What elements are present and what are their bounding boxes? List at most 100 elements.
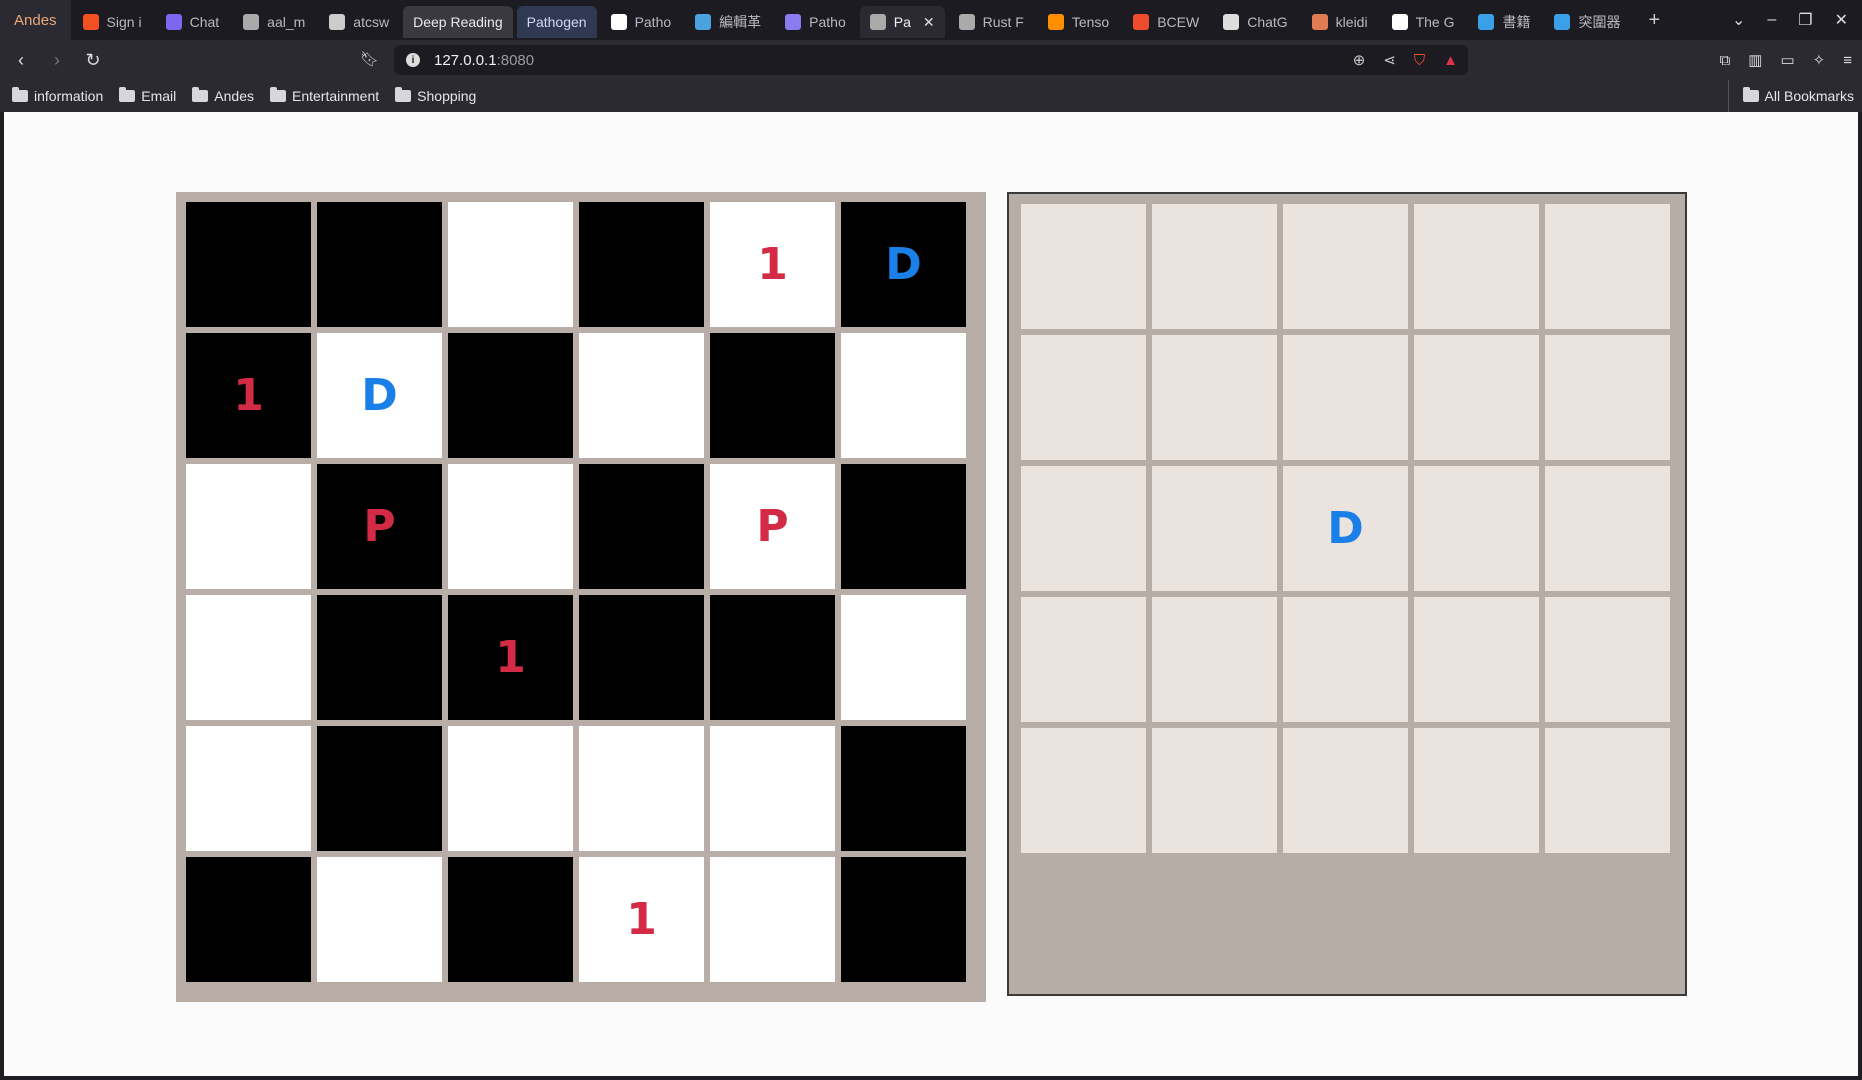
board-cell[interactable]: [186, 857, 311, 982]
tray-cell[interactable]: [1414, 466, 1539, 591]
board-cell[interactable]: 1: [579, 857, 704, 982]
board-cell[interactable]: [317, 202, 442, 327]
browser-tab[interactable]: aal_m: [233, 6, 315, 38]
tray-cell[interactable]: [1021, 597, 1146, 722]
back-button[interactable]: ‹: [6, 45, 36, 75]
brave-rewards-icon[interactable]: ▲: [1443, 52, 1458, 69]
restore-icon[interactable]: ❐: [1798, 10, 1812, 30]
board-cell[interactable]: [710, 333, 835, 458]
close-tab-icon[interactable]: ✕: [923, 14, 935, 31]
board-cell[interactable]: [186, 464, 311, 589]
browser-tab[interactable]: atcsw: [319, 6, 399, 38]
bookmark-folder[interactable]: Entertainment: [269, 87, 379, 104]
board-cell[interactable]: 1: [186, 333, 311, 458]
extensions-icon[interactable]: ⧉: [1720, 52, 1731, 69]
bookmark-folder[interactable]: Email: [119, 87, 176, 104]
bookmark-folder[interactable]: information: [12, 87, 103, 104]
close-window-icon[interactable]: ✕: [1835, 10, 1848, 30]
board-cell[interactable]: [841, 857, 966, 982]
address-bar[interactable]: i 127.0.0.1:8080 ⊕ ⋖ ⛉ ▲: [394, 45, 1468, 75]
bookmark-folder[interactable]: Andes: [192, 87, 254, 104]
browser-tab[interactable]: kleidi: [1302, 6, 1378, 38]
browser-tab[interactable]: Pa ✕: [859, 6, 945, 38]
board-cell[interactable]: [317, 595, 442, 720]
reload-button[interactable]: ↻: [78, 45, 108, 75]
board-cell[interactable]: [710, 857, 835, 982]
menu-icon[interactable]: ≡: [1843, 52, 1852, 69]
browser-tab[interactable]: Patho: [775, 6, 856, 38]
tray-cell[interactable]: [1414, 335, 1539, 460]
browser-tab[interactable]: ChatG: [1213, 6, 1297, 38]
url-text[interactable]: 127.0.0.1:8080: [434, 52, 534, 69]
board-cell[interactable]: [579, 464, 704, 589]
browser-tab[interactable]: BCEW: [1123, 6, 1209, 38]
tray-cell[interactable]: [1283, 728, 1408, 853]
board-cell[interactable]: [579, 202, 704, 327]
tray-cell[interactable]: [1545, 466, 1670, 591]
tray-cell[interactable]: [1152, 728, 1277, 853]
tray-cell[interactable]: [1545, 728, 1670, 853]
board-cell[interactable]: [579, 595, 704, 720]
board-cell[interactable]: [579, 333, 704, 458]
zoom-icon[interactable]: ⊕: [1353, 51, 1366, 69]
browser-tab[interactable]: Sign i: [73, 6, 152, 38]
brave-shield-icon[interactable]: ⛉: [1414, 52, 1425, 69]
board-cell[interactable]: [841, 595, 966, 720]
board-cell[interactable]: [448, 202, 573, 327]
browser-tab[interactable]: Rust F: [949, 6, 1034, 38]
new-tab-button[interactable]: +: [1636, 9, 1672, 32]
browser-tab[interactable]: Tenso: [1038, 6, 1119, 38]
site-info-icon[interactable]: i: [406, 53, 420, 67]
board-cell[interactable]: D: [841, 202, 966, 327]
tray-cell[interactable]: [1021, 466, 1146, 591]
tray-cell[interactable]: [1021, 728, 1146, 853]
board-cell[interactable]: [579, 726, 704, 851]
minimize-icon[interactable]: –: [1767, 11, 1776, 29]
board-cell[interactable]: 1: [710, 202, 835, 327]
tab-list-icon[interactable]: ⌄: [1732, 10, 1745, 30]
browser-tab[interactable]: 書籍: [1468, 6, 1540, 38]
board-cell[interactable]: [317, 857, 442, 982]
tray-cell[interactable]: [1545, 204, 1670, 329]
all-bookmarks-button[interactable]: All Bookmarks: [1727, 80, 1854, 112]
tray-cell[interactable]: D: [1283, 466, 1408, 591]
board-cell[interactable]: [448, 333, 573, 458]
tray-cell[interactable]: [1152, 335, 1277, 460]
share-icon[interactable]: ⋖: [1383, 51, 1396, 69]
board-cell[interactable]: [186, 726, 311, 851]
board-cell[interactable]: [448, 857, 573, 982]
board-cell[interactable]: P: [710, 464, 835, 589]
tray-cell[interactable]: [1021, 204, 1146, 329]
browser-tab[interactable]: Pathogen: [516, 6, 597, 38]
wallet-icon[interactable]: ▭: [1780, 51, 1794, 69]
browser-tab[interactable]: Patho: [601, 6, 682, 38]
board-cell[interactable]: [841, 726, 966, 851]
board-cell[interactable]: 1: [448, 595, 573, 720]
board-cell[interactable]: [317, 726, 442, 851]
tray-cell[interactable]: [1283, 597, 1408, 722]
tray-cell[interactable]: [1283, 335, 1408, 460]
tray-cell[interactable]: [1021, 335, 1146, 460]
board-cell[interactable]: [841, 333, 966, 458]
tray-cell[interactable]: [1414, 204, 1539, 329]
browser-tab[interactable]: 編輯革: [685, 6, 771, 38]
tray-cell[interactable]: [1545, 597, 1670, 722]
browser-tab[interactable]: Chat: [156, 6, 230, 38]
board-cell[interactable]: [710, 595, 835, 720]
board-cell[interactable]: [710, 726, 835, 851]
tray-cell[interactable]: [1283, 204, 1408, 329]
tray-cell[interactable]: [1414, 597, 1539, 722]
board-cell[interactable]: [448, 726, 573, 851]
board-cell[interactable]: P: [317, 464, 442, 589]
browser-tab[interactable]: Deep Reading: [403, 6, 513, 38]
sidebar-icon[interactable]: ▥: [1748, 51, 1762, 69]
tray-cell[interactable]: [1414, 728, 1539, 853]
profile-button[interactable]: Andes: [0, 0, 71, 40]
browser-tab[interactable]: The G: [1382, 6, 1465, 38]
board-cell[interactable]: [186, 595, 311, 720]
tray-cell[interactable]: [1152, 204, 1277, 329]
bookmark-folder[interactable]: Shopping: [395, 87, 476, 104]
forward-button[interactable]: ›: [42, 45, 72, 75]
board-cell[interactable]: [448, 464, 573, 589]
browser-tab[interactable]: 突圍器: [1544, 6, 1630, 38]
